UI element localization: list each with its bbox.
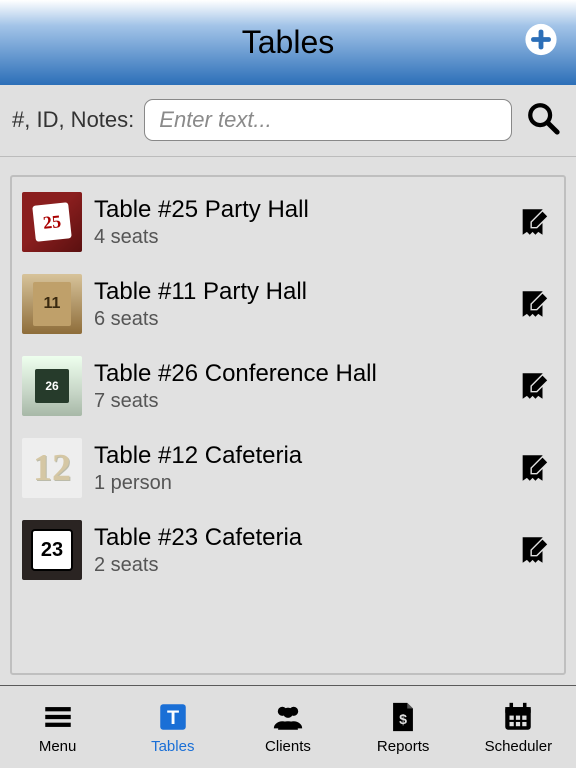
edit-note-icon: [517, 205, 551, 239]
table-title: Table #12 Cafeteria: [94, 442, 502, 470]
thumb-number: 26: [35, 369, 69, 403]
table-title: Table #11 Party Hall: [94, 278, 502, 306]
tab-label: Clients: [265, 738, 311, 755]
edit-button[interactable]: [514, 369, 554, 403]
search-bar: #, ID, Notes:: [0, 85, 576, 158]
page-title: Tables: [242, 24, 335, 61]
thumb-number: 25: [32, 203, 72, 243]
row-text: Table #12 Cafeteria 1 person: [94, 442, 502, 495]
table-thumbnail: 23: [22, 520, 82, 580]
row-text: Table #25 Party Hall 4 seats: [94, 196, 502, 249]
tables-list[interactable]: 25 Table #25 Party Hall 4 seats 11 Table…: [10, 175, 566, 675]
edit-button[interactable]: [514, 205, 554, 239]
table-seats: 6 seats: [94, 308, 502, 331]
table-seats: 4 seats: [94, 226, 502, 249]
thumb-number: 23: [31, 529, 73, 571]
svg-text:$: $: [399, 712, 407, 728]
table-row[interactable]: 12 Table #12 Cafeteria 1 person: [18, 427, 558, 509]
app-root: Tables #, ID, Notes: 25 Table #25 Part: [0, 0, 576, 768]
table-seats: 2 seats: [94, 554, 502, 577]
tab-label: Menu: [39, 738, 77, 755]
bottom-tabbar: Menu T Tables Clients $ Reports: [0, 685, 576, 768]
edit-note-icon: [517, 451, 551, 485]
table-row[interactable]: 26 Table #26 Conference Hall 7 seats: [18, 345, 558, 427]
tables-icon: T: [156, 700, 190, 734]
tab-menu[interactable]: Menu: [0, 700, 115, 755]
list-area: 25 Table #25 Party Hall 4 seats 11 Table…: [0, 157, 576, 685]
tab-clients[interactable]: Clients: [230, 700, 345, 755]
plus-circle-icon: [524, 23, 558, 57]
thumb-number: 11: [33, 282, 71, 326]
tab-tables[interactable]: T Tables: [115, 700, 230, 755]
search-input[interactable]: [144, 99, 512, 141]
edit-note-icon: [517, 369, 551, 403]
calendar-icon: [501, 700, 535, 734]
edit-button[interactable]: [514, 533, 554, 567]
row-text: Table #11 Party Hall 6 seats: [94, 278, 502, 331]
row-text: Table #26 Conference Hall 7 seats: [94, 360, 502, 413]
table-row[interactable]: 11 Table #11 Party Hall 6 seats: [18, 263, 558, 345]
tab-scheduler[interactable]: Scheduler: [461, 700, 576, 755]
row-text: Table #23 Cafeteria 2 seats: [94, 524, 502, 577]
tab-label: Tables: [151, 738, 194, 755]
table-row[interactable]: 25 Table #25 Party Hall 4 seats: [18, 181, 558, 263]
table-thumbnail: 11: [22, 274, 82, 334]
search-button[interactable]: [526, 101, 560, 140]
table-thumbnail: 26: [22, 356, 82, 416]
tab-label: Scheduler: [485, 738, 553, 755]
table-thumbnail: 25: [22, 192, 82, 252]
add-button[interactable]: [524, 23, 558, 62]
edit-note-icon: [517, 533, 551, 567]
report-icon: $: [386, 700, 420, 734]
hamburger-icon: [41, 700, 75, 734]
svg-text:T: T: [167, 707, 179, 729]
tab-reports[interactable]: $ Reports: [346, 700, 461, 755]
table-row[interactable]: 23 Table #23 Cafeteria 2 seats: [18, 509, 558, 591]
table-thumbnail: 12: [22, 438, 82, 498]
edit-note-icon: [517, 287, 551, 321]
thumb-number: 12: [33, 446, 71, 490]
search-icon: [526, 101, 560, 135]
table-title: Table #25 Party Hall: [94, 196, 502, 224]
people-icon: [271, 700, 305, 734]
tab-label: Reports: [377, 738, 430, 755]
search-label: #, ID, Notes:: [12, 107, 134, 133]
edit-button[interactable]: [514, 451, 554, 485]
table-seats: 1 person: [94, 472, 502, 495]
table-title: Table #26 Conference Hall: [94, 360, 502, 388]
header-bar: Tables: [0, 0, 576, 85]
table-seats: 7 seats: [94, 390, 502, 413]
table-title: Table #23 Cafeteria: [94, 524, 502, 552]
edit-button[interactable]: [514, 287, 554, 321]
